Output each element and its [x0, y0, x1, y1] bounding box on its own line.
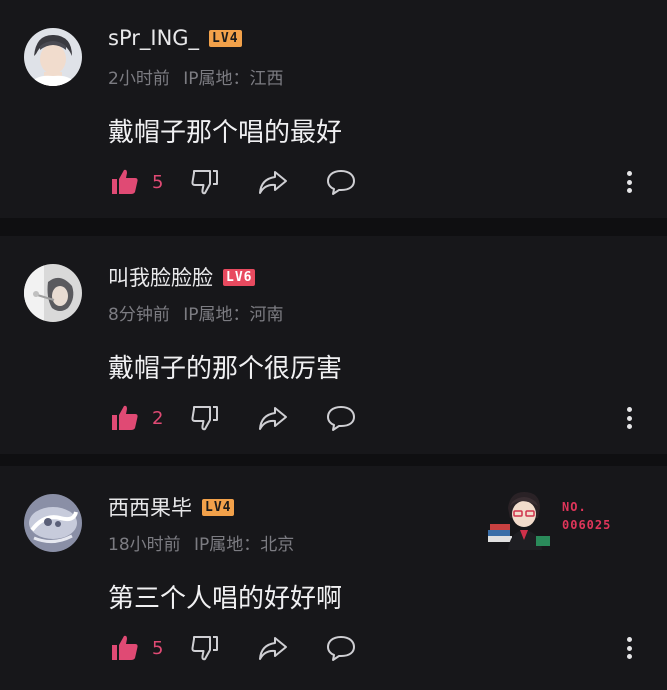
share-icon[interactable]: [256, 165, 290, 199]
ip-location: IP属地：北京: [194, 535, 295, 555]
fan-badge-line2: 006025: [562, 518, 612, 532]
username[interactable]: sPr_ING_: [108, 26, 199, 50]
reply-icon[interactable]: [324, 165, 358, 199]
comment-list: sPr_ING_ LV4 2小时前 IP属地：江西 戴帽子那个唱的最好 5 叫我…: [0, 0, 667, 690]
like-button[interactable]: 5: [108, 631, 182, 665]
timestamp: 18小时前: [108, 535, 181, 555]
fan-badge-character-icon: [488, 492, 550, 550]
comment-text: 戴帽子的那个很厉害: [108, 354, 343, 384]
like-count: 5: [152, 637, 164, 659]
comment-actions: 5: [108, 164, 358, 200]
reply-icon[interactable]: [324, 631, 358, 665]
reply-icon[interactable]: [324, 401, 358, 435]
comment-item: 西西果毕 LV4 18小时前 IP属地：北京 NO. 006025 第三个人唱的…: [0, 466, 667, 690]
comment-meta: 18小时前 IP属地：北京: [108, 530, 302, 555]
comment-item: sPr_ING_ LV4 2小时前 IP属地：江西 戴帽子那个唱的最好 5: [0, 0, 667, 218]
ip-location: IP属地：江西: [183, 69, 284, 89]
avatar[interactable]: [24, 264, 82, 322]
like-button[interactable]: 5: [108, 165, 182, 199]
username[interactable]: 叫我脸脸脸: [108, 262, 213, 292]
more-icon[interactable]: [619, 404, 639, 432]
like-button[interactable]: 2: [108, 401, 182, 435]
comment-actions: 5: [108, 630, 358, 666]
share-icon[interactable]: [256, 631, 290, 665]
like-count: 2: [152, 407, 164, 429]
dislike-icon[interactable]: [188, 631, 222, 665]
comment-item: 叫我脸脸脸 LV6 8分钟前 IP属地：河南 戴帽子的那个很厉害 2: [0, 236, 667, 454]
timestamp: 2小时前: [108, 69, 170, 89]
fan-badge-line1: NO.: [562, 500, 587, 514]
more-icon[interactable]: [619, 168, 639, 196]
username[interactable]: 西西果毕: [108, 492, 192, 522]
like-icon: [108, 401, 142, 435]
comment-meta: 2小时前 IP属地：江西: [108, 64, 292, 89]
like-icon: [108, 165, 142, 199]
avatar[interactable]: [24, 494, 82, 552]
more-icon[interactable]: [619, 634, 639, 662]
fan-badge[interactable]: NO. 006025: [486, 488, 626, 550]
level-badge: LV4: [209, 29, 242, 47]
comment-meta: 8分钟前 IP属地：河南: [108, 300, 292, 325]
avatar[interactable]: [24, 28, 82, 86]
level-badge: LV4: [202, 498, 235, 516]
dislike-icon[interactable]: [188, 401, 222, 435]
comment-text: 第三个人唱的好好啊: [108, 584, 343, 614]
level-badge: LV6: [223, 268, 256, 286]
fan-badge-number: NO. 006025: [562, 498, 611, 534]
like-count: 5: [152, 171, 164, 193]
comment-text: 戴帽子那个唱的最好: [108, 118, 343, 148]
comment-actions: 2: [108, 400, 358, 436]
ip-location: IP属地：河南: [183, 305, 284, 325]
dislike-icon[interactable]: [188, 165, 222, 199]
timestamp: 8分钟前: [108, 305, 170, 325]
share-icon[interactable]: [256, 401, 290, 435]
like-icon: [108, 631, 142, 665]
